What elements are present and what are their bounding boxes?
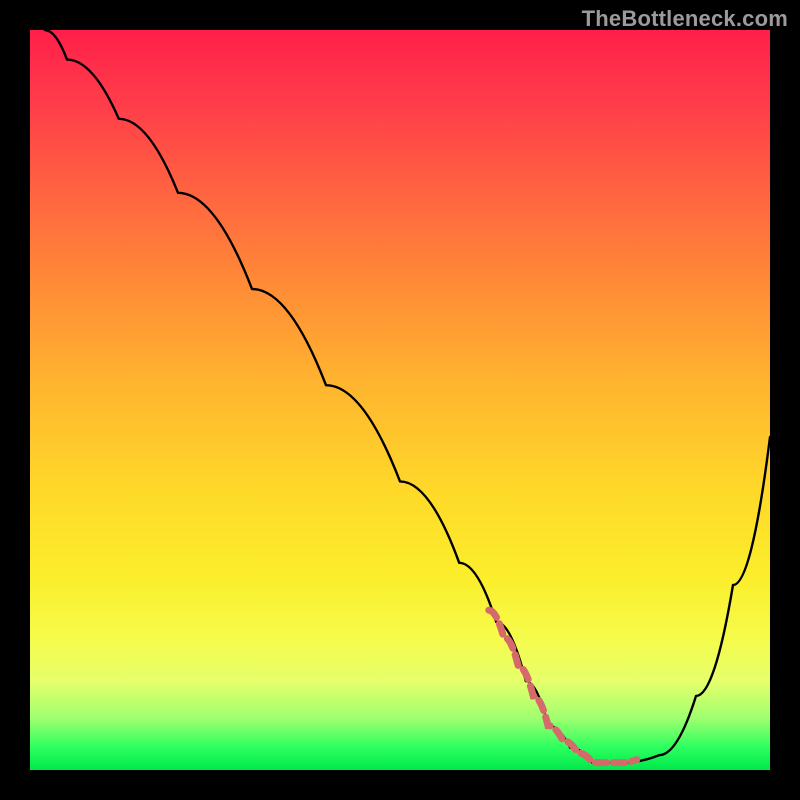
bottleneck-curve-line — [45, 30, 770, 763]
highlight-marker — [489, 610, 637, 762]
watermark-text: TheBottleneck.com — [582, 6, 788, 32]
curve-overlay — [30, 30, 770, 770]
plot-area — [30, 30, 770, 770]
chart-container: TheBottleneck.com — [0, 0, 800, 800]
